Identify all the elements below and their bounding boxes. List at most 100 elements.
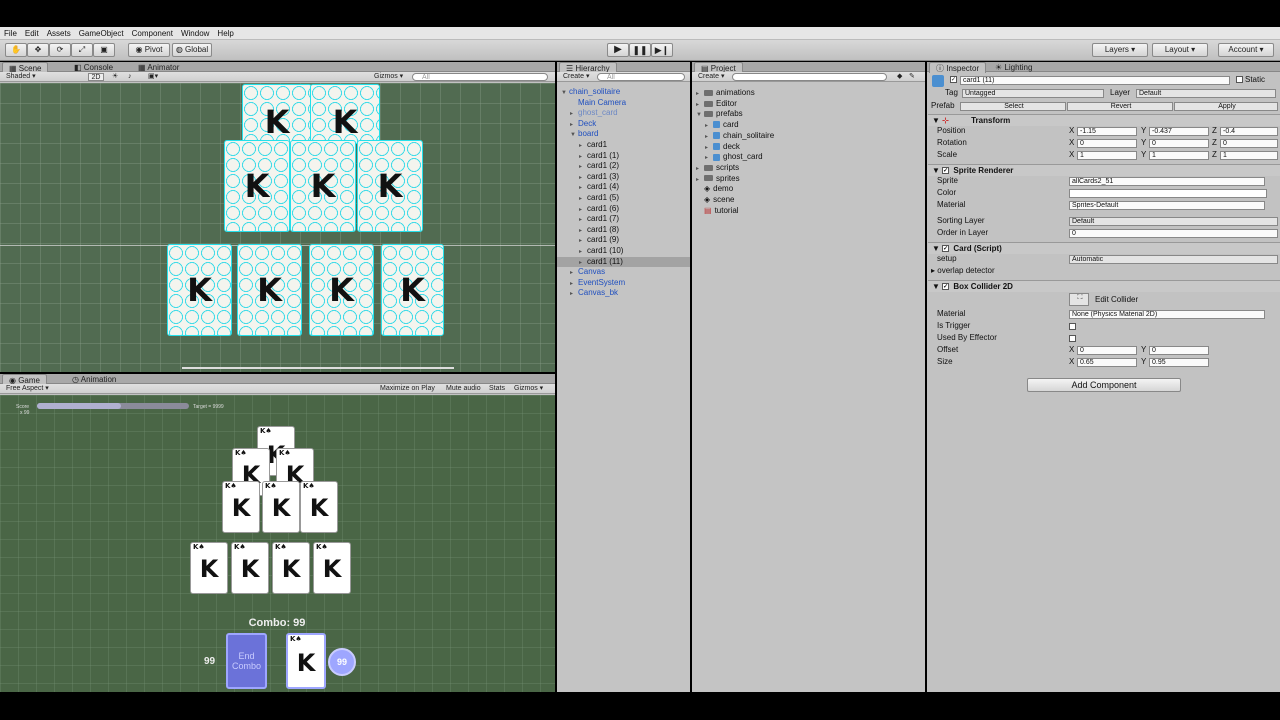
size-x-field[interactable]: 0.65 <box>1077 358 1137 367</box>
game-card[interactable]: K♠K <box>190 542 228 594</box>
menu-gameobject[interactable]: GameObject <box>75 27 128 40</box>
audio-toggle-icon[interactable]: ♪ <box>128 73 138 81</box>
hierarchy-item-card[interactable]: ▸ card1 (6) <box>557 204 690 215</box>
hand-tool-icon[interactable]: ✋ <box>5 43 27 57</box>
offset-y-field[interactable]: 0 <box>1149 346 1209 355</box>
scene-card[interactable]: K <box>310 84 380 144</box>
hierarchy-item-root[interactable]: ▼ chain_solitaire <box>557 87 690 98</box>
tab-lighting[interactable]: ☀ Lighting <box>989 62 1038 73</box>
hierarchy-item[interactable]: ▸ Canvas <box>557 267 690 278</box>
size-y-field[interactable]: 0.95 <box>1149 358 1209 367</box>
scene-card[interactable]: K <box>290 140 356 232</box>
hierarchy-item[interactable]: ▸ Canvas_bk <box>557 288 690 299</box>
prefab-revert-button[interactable]: Revert <box>1067 102 1173 111</box>
scene-card[interactable]: K <box>357 140 423 232</box>
transform-header[interactable]: ▼ ⊹ Transform <box>928 114 1280 126</box>
object-name-field[interactable]: card1 (11) <box>960 76 1230 85</box>
project-prefab[interactable]: ▸ card <box>692 120 925 131</box>
layer-dropdown[interactable]: Default <box>1136 89 1276 98</box>
project-folder[interactable]: ▸ scripts <box>692 163 925 174</box>
hierarchy-item-card[interactable]: ▸ card1 (3) <box>557 172 690 183</box>
filter-type-icon[interactable]: ◆ <box>897 73 905 81</box>
maximize-on-play-toggle[interactable]: Maximize on Play <box>380 385 442 393</box>
hierarchy-search-input[interactable]: All <box>597 73 685 81</box>
rotation-y-field[interactable]: 0 <box>1149 139 1209 148</box>
menu-assets[interactable]: Assets <box>43 27 75 40</box>
project-search-input[interactable] <box>732 73 887 81</box>
sprite-renderer-header[interactable]: ▼ ✓ Sprite Renderer <box>928 164 1280 176</box>
setup-dropdown[interactable]: Automatic <box>1069 255 1278 264</box>
hierarchy-item-card[interactable]: ▸ card1 (4) <box>557 182 690 193</box>
layout-dropdown[interactable]: Layout ▾ <box>1152 43 1208 57</box>
mute-audio-toggle[interactable]: Mute audio <box>446 385 486 393</box>
scene-gizmos-dropdown[interactable]: Gizmos ▾ <box>374 73 410 81</box>
global-toggle[interactable]: ◍ Global <box>172 43 212 57</box>
menu-edit[interactable]: Edit <box>21 27 43 40</box>
tab-inspector[interactable]: ⓘ Inspector <box>929 62 987 73</box>
project-prefab[interactable]: ▸ deck <box>692 142 925 153</box>
menu-file[interactable]: File <box>0 27 21 40</box>
add-component-button[interactable]: Add Component <box>1027 378 1181 392</box>
game-viewport[interactable]: Score x 99 Target = 9999 K♠K K♠K K♠K K♠K… <box>0 395 555 692</box>
hierarchy-create-dropdown[interactable]: Create ▾ <box>563 73 593 81</box>
prefab-select-button[interactable]: Select <box>960 102 1066 111</box>
project-folder[interactable]: ▸ Editor <box>692 99 925 110</box>
game-gizmos-dropdown[interactable]: Gizmos ▾ <box>514 385 550 393</box>
current-card[interactable]: K♠ K <box>286 633 326 689</box>
menu-window[interactable]: Window <box>177 27 213 40</box>
project-prefab[interactable]: ▸ chain_solitaire <box>692 131 925 142</box>
pause-button[interactable]: ❚❚ <box>629 43 651 57</box>
step-button[interactable]: ▶❙ <box>651 43 673 57</box>
hierarchy-item-card[interactable]: ▸ card1 (5) <box>557 193 690 204</box>
is-trigger-checkbox[interactable] <box>1069 322 1078 331</box>
hierarchy-item-card[interactable]: ▸ card1 (1) <box>557 151 690 162</box>
scale-y-field[interactable]: 1 <box>1149 151 1209 160</box>
material-field[interactable]: Sprites-Default <box>1069 201 1265 210</box>
hierarchy-item[interactable]: ▸ EventSystem <box>557 278 690 289</box>
scene-search-input[interactable]: All <box>412 73 548 81</box>
hierarchy-item[interactable]: Main Camera <box>557 98 690 109</box>
menu-component[interactable]: Component <box>128 27 177 40</box>
scene-scrollbar[interactable] <box>182 367 454 369</box>
hierarchy-item[interactable]: ▸ Deck <box>557 119 690 130</box>
game-card[interactable]: K♠K <box>231 542 269 594</box>
aspect-dropdown[interactable]: Free Aspect ▾ <box>6 385 106 393</box>
play-button[interactable]: ▶ <box>607 43 629 57</box>
scale-z-field[interactable]: 1 <box>1220 151 1278 160</box>
rotate-tool-icon[interactable]: ⟳ <box>49 43 71 57</box>
shading-dropdown[interactable]: Shaded ▾ <box>6 73 82 81</box>
2d-toggle[interactable]: 2D <box>88 73 104 81</box>
hierarchy-item-card[interactable]: ▸ card1 (11) <box>557 256 690 268</box>
box-collider-header[interactable]: ▼ ✓ Box Collider 2D <box>928 280 1280 292</box>
scene-card[interactable]: K <box>381 244 444 336</box>
hierarchy-item[interactable]: ▼ board <box>557 129 690 140</box>
project-folder[interactable]: ▼ prefabs <box>692 109 925 120</box>
scene-card[interactable]: K <box>309 244 374 336</box>
layers-dropdown[interactable]: Layers ▾ <box>1092 43 1148 57</box>
offset-x-field[interactable]: 0 <box>1077 346 1137 355</box>
menu-help[interactable]: Help <box>213 27 237 40</box>
hierarchy-item-card[interactable]: ▸ card1 (2) <box>557 161 690 172</box>
project-scene[interactable]: ◈ scene <box>692 195 925 206</box>
game-card[interactable]: K♠K <box>222 481 260 533</box>
tag-dropdown[interactable]: Untagged <box>962 89 1104 98</box>
project-folder[interactable]: ▸ sprites <box>692 174 925 185</box>
hierarchy-item-card[interactable]: ▸ card1 (7) <box>557 214 690 225</box>
project-scene[interactable]: ◈ demo <box>692 184 925 195</box>
project-create-dropdown[interactable]: Create ▾ <box>698 73 728 81</box>
scale-x-field[interactable]: 1 <box>1077 151 1137 160</box>
foldout-arrow-icon[interactable]: ▸ <box>570 289 578 300</box>
position-x-field[interactable]: -1.15 <box>1077 127 1137 136</box>
account-dropdown[interactable]: Account ▾ <box>1218 43 1274 57</box>
scale-tool-icon[interactable]: ⤢ <box>71 43 93 57</box>
effects-toggle-icon[interactable]: ▣▾ <box>148 73 162 81</box>
scene-card[interactable]: K <box>237 244 302 336</box>
sprite-field[interactable]: allCards2_51 <box>1069 177 1265 186</box>
undo-button[interactable]: 99 <box>328 648 356 676</box>
hierarchy-item-card[interactable]: ▸ card1 (9) <box>557 235 690 246</box>
rotation-z-field[interactable]: 0 <box>1220 139 1278 148</box>
used-by-effector-checkbox[interactable] <box>1069 334 1078 343</box>
card-script-header[interactable]: ▼ ✓ Card (Script) <box>928 242 1280 254</box>
rotation-x-field[interactable]: 0 <box>1077 139 1137 148</box>
scene-viewport[interactable]: K K K K K K K K K <box>0 83 555 372</box>
